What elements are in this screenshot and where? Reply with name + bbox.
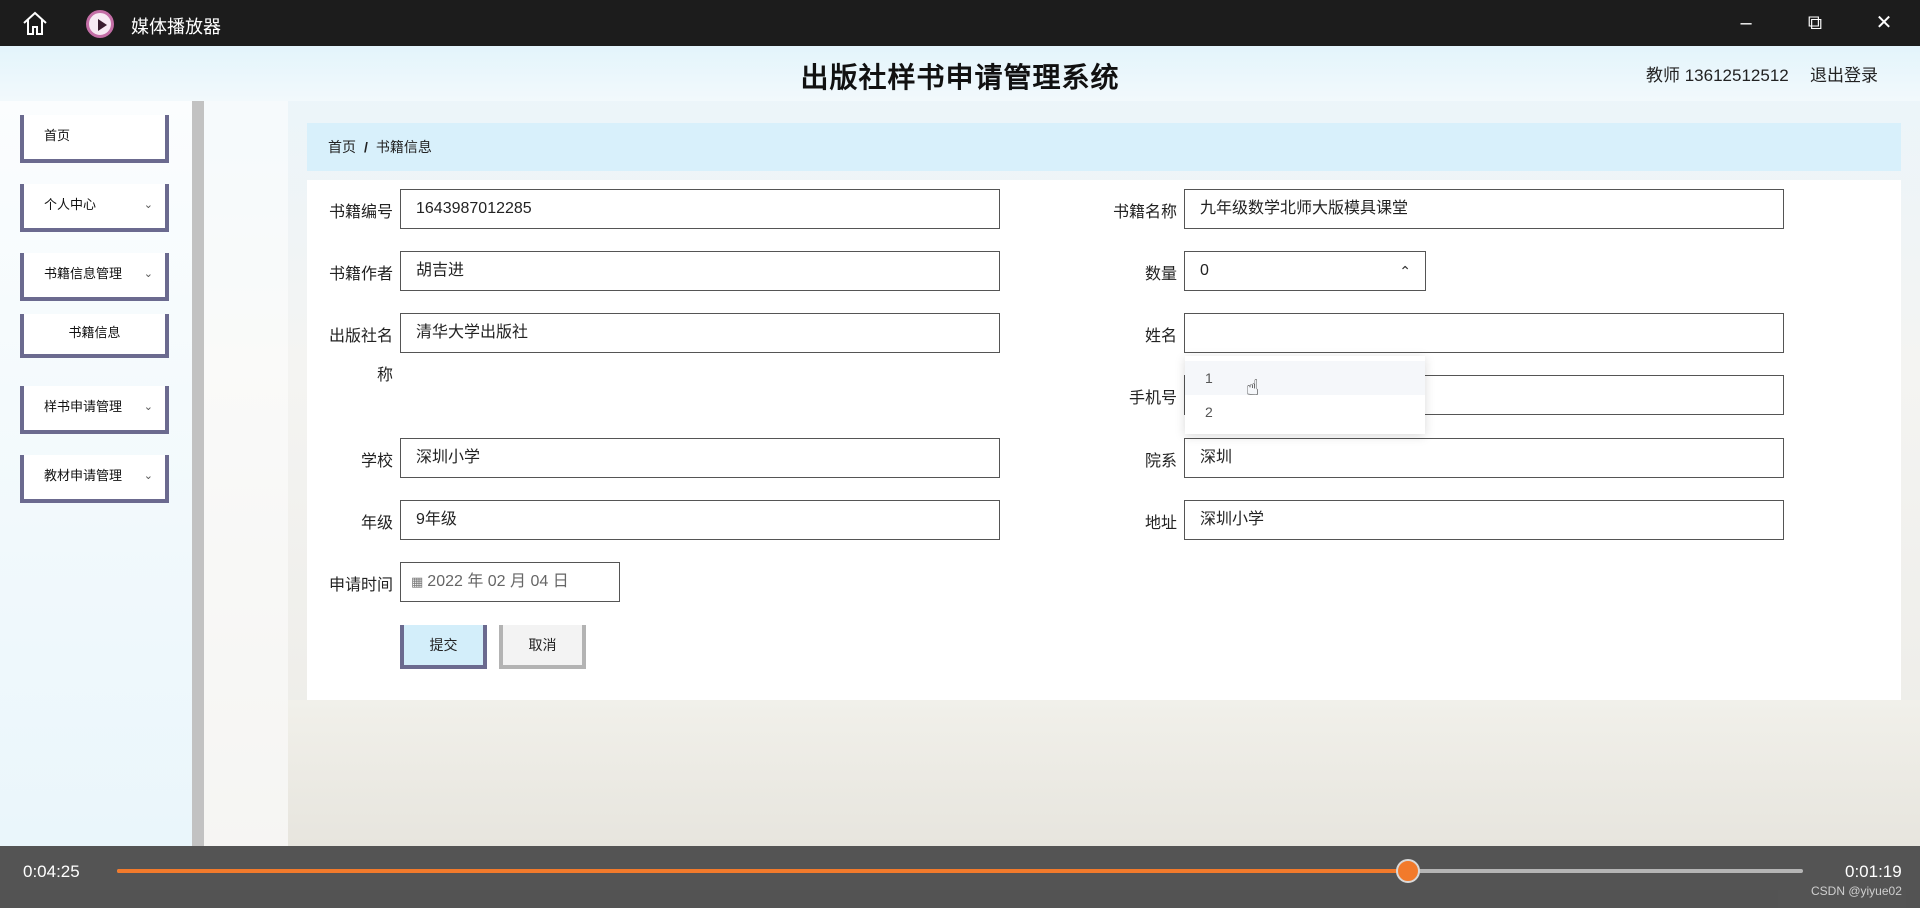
breadcrumb-current: 书籍信息 [375,139,432,155]
player-controls: 0:04:25 0:01:19 CSDN @yiyue02 [0,846,1920,908]
address-label: 地址 [1144,515,1177,532]
page-title: 出版社样书申请管理系统 [800,62,1120,93]
quantity-option[interactable]: 2 [1185,395,1425,429]
submit-button[interactable]: 提交 [400,625,487,669]
school-field[interactable]: 深圳小学 [400,438,1000,478]
sidebar-item-textbook-management[interactable]: 教材申请管理 ⌄ [20,455,169,503]
quantity-select[interactable]: 0 ⌃ [1184,251,1426,291]
department-field[interactable]: 深圳 [1184,438,1784,478]
chevron-down-icon: ⌄ [143,199,153,211]
author-field[interactable]: 胡吉进 [400,251,1000,291]
sidebar-gap [204,101,288,846]
apply-time-label: 申请时间 [328,577,393,594]
phone-label: 手机号 [1128,390,1177,407]
book-form: 书籍编号 1643987012285 书籍名称 九年级数学北师大版模具课堂 书籍… [307,180,1901,700]
chevron-down-icon: ⌄ [143,470,153,482]
publisher-label-cont: 称 [376,367,393,384]
address-field[interactable]: 深圳小学 [1184,500,1784,540]
book-no-field[interactable]: 1643987012285 [400,189,1000,229]
seek-bar[interactable] [117,859,1803,883]
sidebar-item-label: 教材申请管理 [44,468,123,483]
hand-cursor-icon: ☝ [1246,375,1260,400]
sidebar-item-label: 书籍信息管理 [44,266,123,281]
breadcrumb: 首页 / 书籍信息 [307,123,1901,171]
seek-bar-progress [117,869,1409,873]
chevron-down-icon: ⌄ [143,268,153,280]
author-label: 书籍作者 [328,266,393,283]
current-time: 0:04:25 [23,862,80,881]
app-header: 出版社样书申请管理系统 教师 13612512512 退出登录 [0,46,1920,101]
app-window: 出版社样书申请管理系统 教师 13612512512 退出登录 首页 个人中心 ⌄… [0,46,1920,846]
sidebar-item-book-info[interactable]: 书籍信息 [20,314,169,358]
user-info: 教师 13612512512 [1646,66,1789,85]
logout-link[interactable]: 退出登录 [1810,61,1878,86]
quantity-value: 0 [1200,262,1209,279]
publisher-label: 出版社名 [328,328,393,345]
sidebar-item-home[interactable]: 首页 [20,115,169,163]
player-title: 媒体播放器 [131,17,221,37]
sidebar-item-personal-center[interactable]: 个人中心 ⌄ [20,184,169,232]
school-label: 学校 [360,453,393,470]
sidebar-item-book-management[interactable]: 书籍信息管理 ⌄ [20,253,169,301]
home-icon[interactable] [20,10,50,36]
sidebar: 首页 个人中心 ⌄ 书籍信息管理 ⌄ 书籍信息 样书申请管理 ⌄ 教材申请管理 ⌄ [0,101,192,846]
publisher-field[interactable]: 清华大学出版社 [400,313,1000,353]
sidebar-scrollbar[interactable] [192,101,204,846]
grade-label: 年级 [360,515,393,532]
breadcrumb-separator: / [364,139,368,155]
sidebar-item-label: 样书申请管理 [44,399,123,414]
play-logo-icon [86,10,114,38]
minimize-icon[interactable]: – [1731,9,1761,37]
quantity-dropdown: 1 2 [1185,356,1425,434]
sidebar-item-sample-management[interactable]: 样书申请管理 ⌄ [20,386,169,434]
seek-thumb[interactable] [1396,859,1421,883]
sidebar-item-label: 书籍信息 [68,325,121,340]
apply-time-picker[interactable]: ▦ 2022 年 02 月 04 日 [400,562,620,602]
department-label: 院系 [1144,453,1177,470]
remaining-time: 0:01:19 [1845,862,1902,881]
book-no-label: 书籍编号 [328,204,393,221]
watermark: CSDN @yiyue02 [1811,884,1902,898]
name-label: 姓名 [1144,328,1177,345]
name-field[interactable] [1184,313,1784,353]
restore-icon[interactable]: ⧉ [1800,9,1830,37]
chevron-down-icon: ⌄ [143,401,153,413]
background-decoration [288,700,1920,846]
book-name-field[interactable]: 九年级数学北师大版模具课堂 [1184,189,1784,229]
apply-time-value: 2022 年 02 月 04 日 [427,573,569,590]
cancel-button[interactable]: 取消 [499,625,586,669]
sidebar-item-label: 个人中心 [44,197,97,212]
calendar-icon: ▦ [411,574,424,589]
book-name-label: 书籍名称 [1112,204,1177,221]
breadcrumb-home[interactable]: 首页 [328,139,356,155]
grade-field[interactable]: 9年级 [400,500,1000,540]
player-titlebar: 媒体播放器 – ⧉ ✕ [0,0,1920,46]
chevron-up-icon: ⌃ [1399,263,1411,279]
close-icon[interactable]: ✕ [1869,9,1899,37]
sidebar-item-label: 首页 [44,128,71,143]
quantity-label: 数量 [1144,266,1177,283]
quantity-option[interactable]: 1 [1185,361,1425,395]
